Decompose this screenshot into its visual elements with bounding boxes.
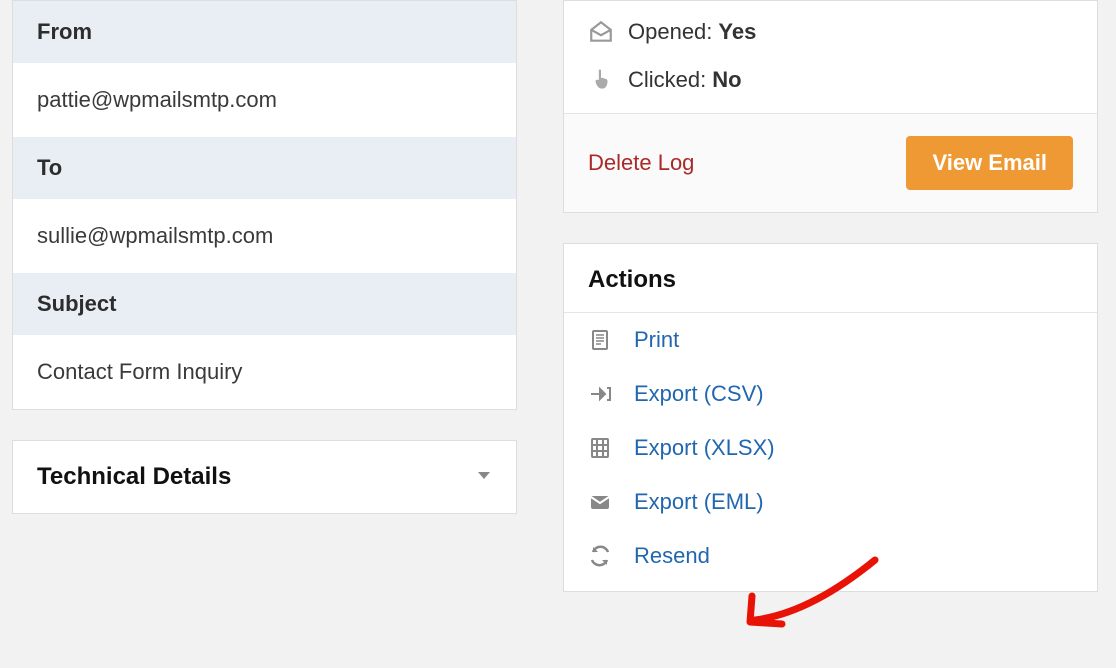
action-resend[interactable]: Resend — [564, 529, 1097, 591]
delete-log-link[interactable]: Delete Log — [588, 150, 694, 176]
actions-panel: Actions Print Expor — [563, 243, 1098, 592]
opened-status-row: Opened: Yes — [564, 7, 1097, 55]
opened-icon — [588, 19, 628, 45]
mail-icon — [588, 490, 634, 514]
opened-value: Yes — [718, 19, 756, 45]
from-label: From — [13, 1, 516, 63]
technical-details-toggle[interactable]: Technical Details — [12, 440, 517, 514]
clicked-value: No — [712, 67, 741, 93]
panel-footer: Delete Log View Email — [564, 113, 1097, 212]
action-export-xlsx[interactable]: Export (XLSX) — [564, 421, 1097, 475]
action-label: Export (XLSX) — [634, 435, 775, 461]
clicked-label: Clicked: — [628, 67, 706, 93]
spreadsheet-icon — [588, 436, 634, 460]
actions-header: Actions — [564, 244, 1097, 313]
action-label: Export (EML) — [634, 489, 764, 515]
resend-icon — [588, 544, 634, 568]
to-value: sullie@wpmailsmtp.com — [13, 199, 516, 273]
action-label: Print — [634, 327, 679, 353]
from-value: pattie@wpmailsmtp.com — [13, 63, 516, 137]
action-label: Export (CSV) — [634, 381, 764, 407]
chevron-down-icon — [476, 467, 492, 488]
opened-label: Opened: — [628, 19, 712, 45]
view-email-button[interactable]: View Email — [906, 136, 1073, 190]
subject-value: Contact Form Inquiry — [13, 335, 516, 409]
status-panel: Opened: Yes Clicked: No Delete Log View … — [563, 0, 1098, 213]
export-icon — [588, 382, 634, 406]
print-icon — [588, 328, 634, 352]
action-label: Resend — [634, 543, 710, 569]
action-export-csv[interactable]: Export (CSV) — [564, 367, 1097, 421]
email-details-panel: From pattie@wpmailsmtp.com To sullie@wpm… — [12, 0, 517, 410]
clicked-icon — [588, 67, 628, 93]
technical-details-label: Technical Details — [37, 463, 231, 491]
action-print[interactable]: Print — [564, 313, 1097, 367]
action-export-eml[interactable]: Export (EML) — [564, 475, 1097, 529]
clicked-status-row: Clicked: No — [564, 55, 1097, 113]
to-label: To — [13, 137, 516, 199]
subject-label: Subject — [13, 273, 516, 335]
